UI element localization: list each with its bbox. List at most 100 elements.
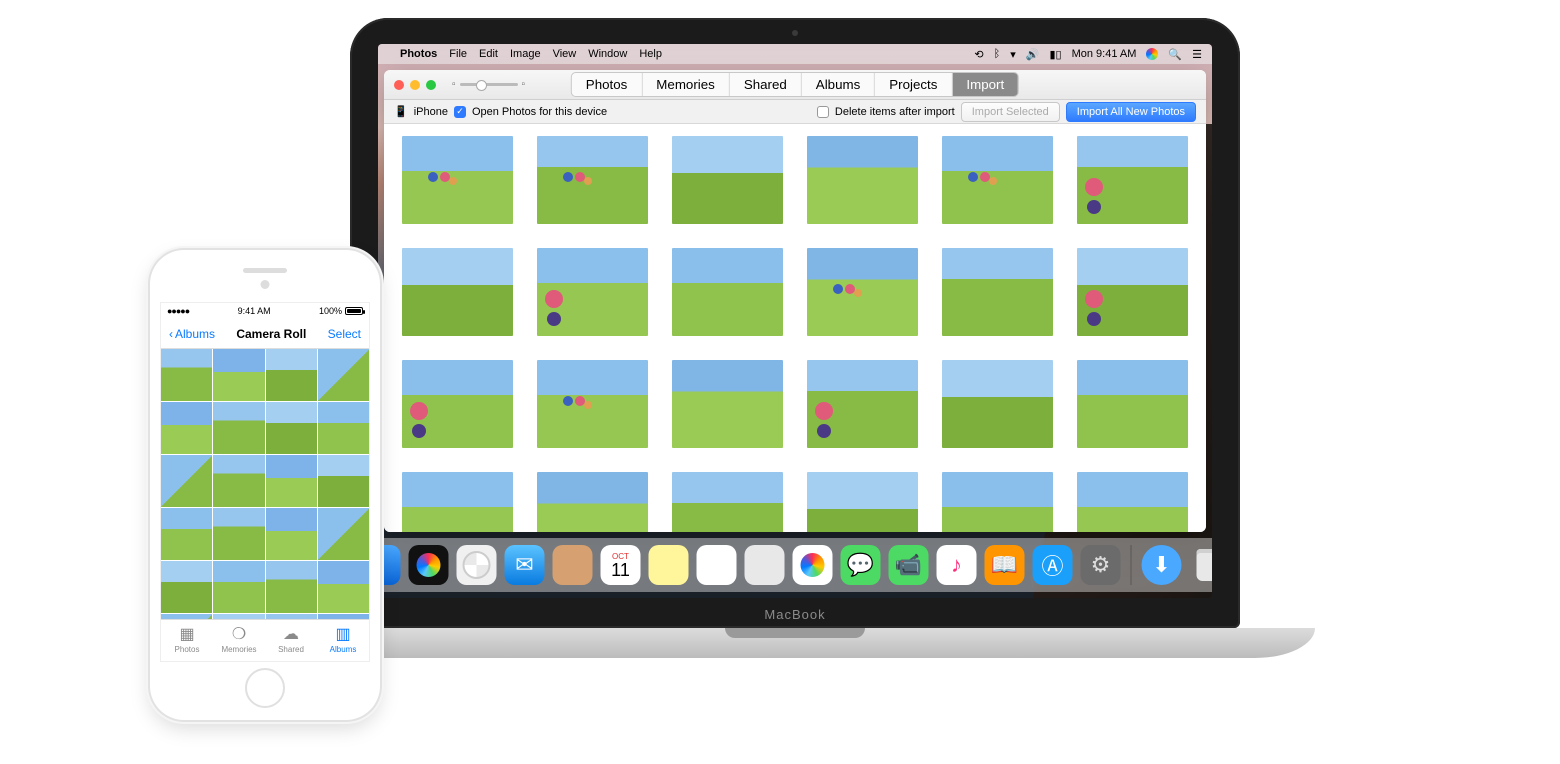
- siri-icon[interactable]: [1146, 48, 1158, 60]
- dock-trash-icon[interactable]: [1190, 545, 1213, 585]
- dock-facetime-icon[interactable]: 📹: [889, 545, 929, 585]
- open-for-device-checkbox[interactable]: ✓: [454, 106, 466, 118]
- photo-thumbnail[interactable]: [161, 402, 212, 454]
- import-thumbnail[interactable]: [942, 472, 1053, 532]
- tab-photos[interactable]: ▦ Photos: [161, 620, 213, 661]
- battery-icon[interactable]: ▮▯: [1049, 48, 1061, 61]
- photo-thumbnail[interactable]: [318, 402, 369, 454]
- dock-calendar-icon[interactable]: OCT 11: [601, 545, 641, 585]
- camera-roll-grid[interactable]: [161, 349, 369, 619]
- import-thumbnail[interactable]: [672, 136, 783, 224]
- import-thumbnail[interactable]: [807, 248, 918, 336]
- menu-window[interactable]: Window: [588, 48, 627, 60]
- close-button[interactable]: [394, 80, 404, 90]
- photo-thumbnail[interactable]: [213, 455, 264, 507]
- menubar-clock[interactable]: Mon 9:41 AM: [1072, 48, 1137, 60]
- select-button[interactable]: Select: [328, 327, 361, 341]
- photo-thumbnail[interactable]: [266, 402, 317, 454]
- tab-import[interactable]: Import: [952, 73, 1018, 96]
- import-all-button[interactable]: Import All New Photos: [1066, 102, 1196, 122]
- photo-thumbnail[interactable]: [213, 508, 264, 560]
- import-thumbnail[interactable]: [1077, 360, 1188, 448]
- volume-icon[interactable]: 🔊: [1026, 48, 1040, 61]
- import-thumbnail[interactable]: [537, 136, 648, 224]
- dock-photos-icon[interactable]: [793, 545, 833, 585]
- home-button[interactable]: [245, 668, 285, 708]
- photo-thumbnail[interactable]: [318, 508, 369, 560]
- menu-image[interactable]: Image: [510, 48, 541, 60]
- photo-thumbnail[interactable]: [318, 455, 369, 507]
- import-thumbnail[interactable]: [537, 248, 648, 336]
- dock-mail-icon[interactable]: ✉: [505, 545, 545, 585]
- tab-albums[interactable]: Albums: [802, 73, 875, 96]
- import-thumbnail[interactable]: [402, 472, 513, 532]
- menu-help[interactable]: Help: [639, 48, 662, 60]
- photo-thumbnail[interactable]: [161, 508, 212, 560]
- dock-safari-icon[interactable]: [457, 545, 497, 585]
- dock-appstore-icon[interactable]: Ⓐ: [1033, 545, 1073, 585]
- dock-contacts-icon[interactable]: [553, 545, 593, 585]
- import-thumbnail[interactable]: [672, 360, 783, 448]
- bluetooth-icon[interactable]: ᛒ: [994, 48, 1001, 60]
- tab-shared[interactable]: Shared: [730, 73, 802, 96]
- dock-siri-icon[interactable]: [409, 545, 449, 585]
- photo-thumbnail[interactable]: [161, 561, 212, 613]
- dock-itunes-icon[interactable]: ♪: [937, 545, 977, 585]
- notification-center-icon[interactable]: ☰: [1192, 48, 1202, 61]
- menu-view[interactable]: View: [553, 48, 577, 60]
- import-thumbnail[interactable]: [1077, 472, 1188, 532]
- import-thumbnail[interactable]: [537, 360, 648, 448]
- import-selected-button[interactable]: Import Selected: [961, 102, 1060, 122]
- photo-thumbnail[interactable]: [266, 561, 317, 613]
- photo-thumbnail[interactable]: [266, 508, 317, 560]
- thumbnail-zoom-slider[interactable]: ▫ ▫: [452, 79, 525, 90]
- minimize-button[interactable]: [410, 80, 420, 90]
- import-thumbnail[interactable]: [402, 248, 513, 336]
- photo-thumbnail[interactable]: [266, 455, 317, 507]
- photo-thumbnail[interactable]: [213, 561, 264, 613]
- delete-after-import-checkbox[interactable]: [817, 106, 829, 118]
- time-machine-icon[interactable]: ⟲: [974, 48, 983, 61]
- import-thumbnail[interactable]: [672, 472, 783, 532]
- menu-file[interactable]: File: [449, 48, 467, 60]
- dock-messages-icon[interactable]: 💬: [841, 545, 881, 585]
- photo-thumbnail[interactable]: [266, 349, 317, 401]
- photo-thumbnail[interactable]: [161, 455, 212, 507]
- dock-maps-icon[interactable]: [745, 545, 785, 585]
- import-thumbnail[interactable]: [807, 136, 918, 224]
- wifi-icon[interactable]: ▾: [1010, 48, 1016, 61]
- photo-thumbnail[interactable]: [213, 349, 264, 401]
- tab-projects[interactable]: Projects: [875, 73, 952, 96]
- import-thumbnail[interactable]: [402, 360, 513, 448]
- import-thumbnail[interactable]: [807, 472, 918, 532]
- import-thumbnail[interactable]: [672, 248, 783, 336]
- import-thumbnail[interactable]: [537, 472, 648, 532]
- menu-edit[interactable]: Edit: [479, 48, 498, 60]
- dock-finder-icon[interactable]: [378, 545, 401, 585]
- dock-notes-icon[interactable]: [649, 545, 689, 585]
- dock-reminders-icon[interactable]: [697, 545, 737, 585]
- menubar-app-name[interactable]: Photos: [400, 48, 437, 60]
- import-thumbnail[interactable]: [942, 136, 1053, 224]
- import-thumbnail[interactable]: [942, 248, 1053, 336]
- import-thumbnail[interactable]: [942, 360, 1053, 448]
- tab-shared[interactable]: ☁ Shared: [265, 620, 317, 661]
- back-button[interactable]: ‹ Albums: [169, 327, 215, 341]
- photo-thumbnail[interactable]: [318, 349, 369, 401]
- photo-thumbnail[interactable]: [318, 561, 369, 613]
- dock-ibooks-icon[interactable]: 📖: [985, 545, 1025, 585]
- tab-albums[interactable]: ▥ Albums: [317, 620, 369, 661]
- tab-photos[interactable]: Photos: [572, 73, 643, 96]
- tab-memories[interactable]: Memories: [642, 73, 730, 96]
- photo-thumbnail[interactable]: [213, 402, 264, 454]
- spotlight-icon[interactable]: 🔍: [1168, 48, 1182, 61]
- dock-downloads-icon[interactable]: ⬇: [1142, 545, 1182, 585]
- import-thumbnail[interactable]: [402, 136, 513, 224]
- import-thumbnail[interactable]: [807, 360, 918, 448]
- photo-thumbnail[interactable]: [161, 349, 212, 401]
- fullscreen-button[interactable]: [426, 80, 436, 90]
- import-thumbnail[interactable]: [1077, 136, 1188, 224]
- dock-systemprefs-icon[interactable]: ⚙: [1081, 545, 1121, 585]
- import-thumbnail[interactable]: [1077, 248, 1188, 336]
- tab-memories[interactable]: ❍ Memories: [213, 620, 265, 661]
